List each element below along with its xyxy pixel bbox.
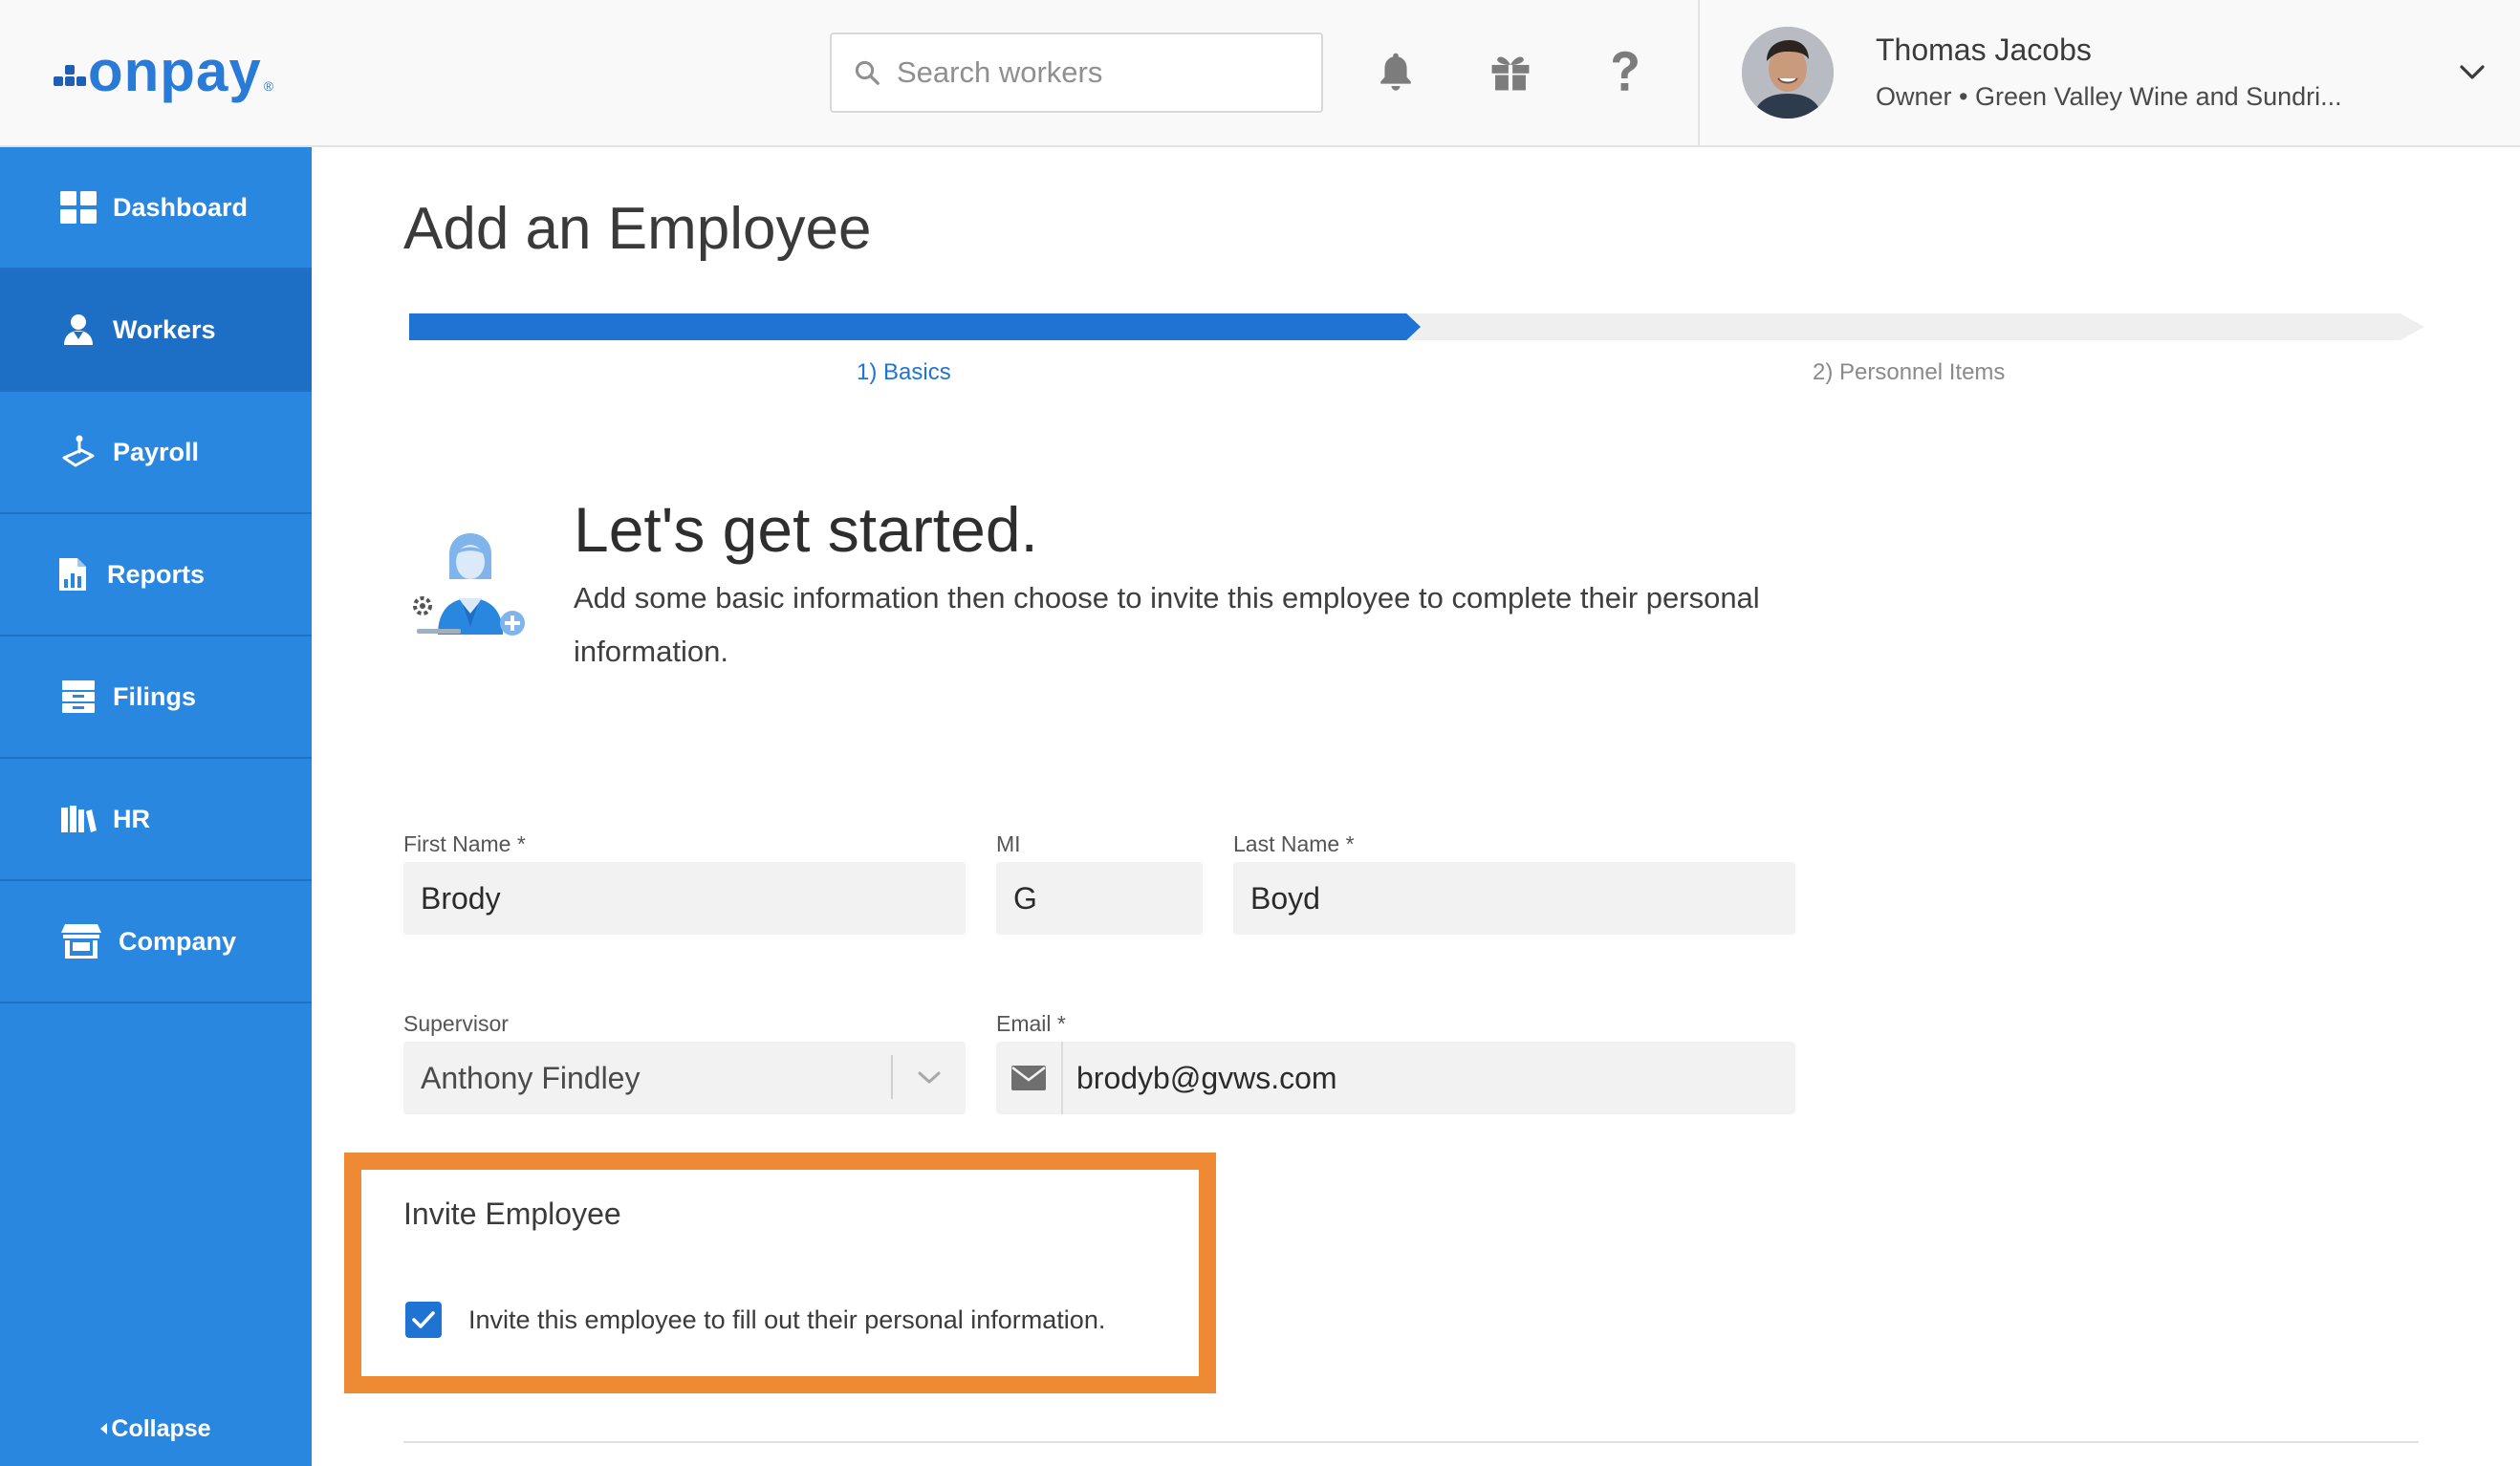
bell-icon[interactable] bbox=[1367, 43, 1424, 100]
search-icon bbox=[855, 60, 880, 85]
caret-left-icon bbox=[100, 1423, 108, 1434]
chevron-down-icon[interactable] bbox=[910, 1059, 948, 1097]
header-divider bbox=[1698, 0, 1700, 147]
section-divider bbox=[403, 1441, 2419, 1443]
sidebar-item-label: Dashboard bbox=[113, 192, 249, 222]
invite-checkbox-label[interactable]: Invite this employee to fill out their p… bbox=[468, 1305, 1105, 1335]
invite-checkbox[interactable] bbox=[405, 1302, 442, 1338]
sidebar-item-company[interactable]: Company bbox=[0, 881, 312, 1003]
sidebar: Dashboard Workers Payroll Reports Filing… bbox=[0, 147, 312, 1466]
top-bar: onpay ® Search workers Thomas Jacobs Own… bbox=[0, 0, 2520, 147]
employee-illustration-icon bbox=[405, 522, 535, 652]
first-name-input[interactable] bbox=[421, 880, 966, 916]
onpay-logo[interactable]: onpay ® bbox=[52, 38, 273, 105]
page-title: Add an Employee bbox=[403, 196, 872, 262]
user-role: Owner • Green Valley Wine and Sundri... bbox=[1876, 82, 2342, 111]
sidebar-item-dashboard[interactable]: Dashboard bbox=[0, 147, 312, 269]
sidebar-item-filings[interactable]: Filings bbox=[0, 636, 312, 759]
invite-employee-section bbox=[344, 1153, 1216, 1393]
sidebar-item-label: Company bbox=[119, 926, 237, 956]
first-name-label: First Name * bbox=[403, 831, 526, 856]
logo-mark-icon bbox=[52, 55, 86, 88]
user-photo bbox=[1742, 27, 1834, 119]
filings-icon bbox=[57, 676, 99, 718]
dashboard-icon bbox=[57, 186, 99, 228]
hr-icon bbox=[57, 798, 99, 840]
chevron-down-icon[interactable] bbox=[2453, 54, 2491, 92]
invite-employee-title: Invite Employee bbox=[403, 1197, 621, 1231]
reports-icon bbox=[52, 553, 94, 595]
logo-registered-mark: ® bbox=[263, 78, 274, 94]
sidebar-item-label: Workers bbox=[113, 314, 216, 344]
select-separator bbox=[891, 1055, 893, 1099]
email-field[interactable] bbox=[996, 1042, 1795, 1114]
mi-input[interactable] bbox=[1013, 880, 1203, 916]
supervisor-select[interactable]: Anthony Findley bbox=[403, 1042, 966, 1114]
workers-icon bbox=[57, 309, 99, 351]
search-box[interactable] bbox=[830, 32, 1323, 113]
sidebar-item-label: Filings bbox=[113, 681, 196, 711]
checkmark-icon bbox=[412, 1311, 435, 1328]
avatar[interactable] bbox=[1742, 27, 1834, 119]
sidebar-item-workers[interactable]: Workers bbox=[0, 269, 312, 392]
last-name-field[interactable] bbox=[1233, 862, 1795, 935]
email-input[interactable] bbox=[1076, 1060, 1795, 1096]
mi-field[interactable] bbox=[996, 862, 1203, 935]
collapse-button[interactable]: Collapse bbox=[0, 1405, 312, 1453]
sidebar-item-label: Payroll bbox=[113, 437, 200, 466]
last-name-input[interactable] bbox=[1250, 880, 1795, 916]
step-basics[interactable]: 1) Basics bbox=[857, 359, 951, 386]
help-icon[interactable] bbox=[1597, 43, 1654, 100]
payroll-icon bbox=[57, 431, 99, 473]
envelope-icon bbox=[996, 1042, 1063, 1114]
sidebar-item-label: HR bbox=[113, 804, 150, 833]
logo-text: onpay bbox=[88, 39, 262, 103]
collapse-label: Collapse bbox=[111, 1414, 211, 1442]
sidebar-item-reports[interactable]: Reports bbox=[0, 514, 312, 636]
sidebar-item-hr[interactable]: HR bbox=[0, 759, 312, 881]
email-label: Email * bbox=[996, 1011, 1066, 1036]
intro-text: Add some basic information then choose t… bbox=[574, 581, 1760, 668]
intro-heading: Let's get started. bbox=[574, 494, 1038, 565]
supervisor-selected-value: Anthony Findley bbox=[421, 1060, 641, 1095]
search-input[interactable] bbox=[897, 55, 1298, 90]
mi-label: MI bbox=[996, 831, 1021, 856]
step-personnel-items[interactable]: 2) Personnel Items bbox=[1813, 359, 2005, 386]
gift-icon[interactable] bbox=[1482, 43, 1539, 100]
progress-fill bbox=[409, 313, 1421, 340]
supervisor-label: Supervisor bbox=[403, 1011, 509, 1036]
company-icon bbox=[57, 920, 105, 962]
user-name[interactable]: Thomas Jacobs bbox=[1876, 32, 2092, 68]
sidebar-item-payroll[interactable]: Payroll bbox=[0, 392, 312, 514]
last-name-label: Last Name * bbox=[1233, 831, 1355, 856]
first-name-field[interactable] bbox=[403, 862, 966, 935]
sidebar-item-label: Reports bbox=[107, 559, 206, 589]
